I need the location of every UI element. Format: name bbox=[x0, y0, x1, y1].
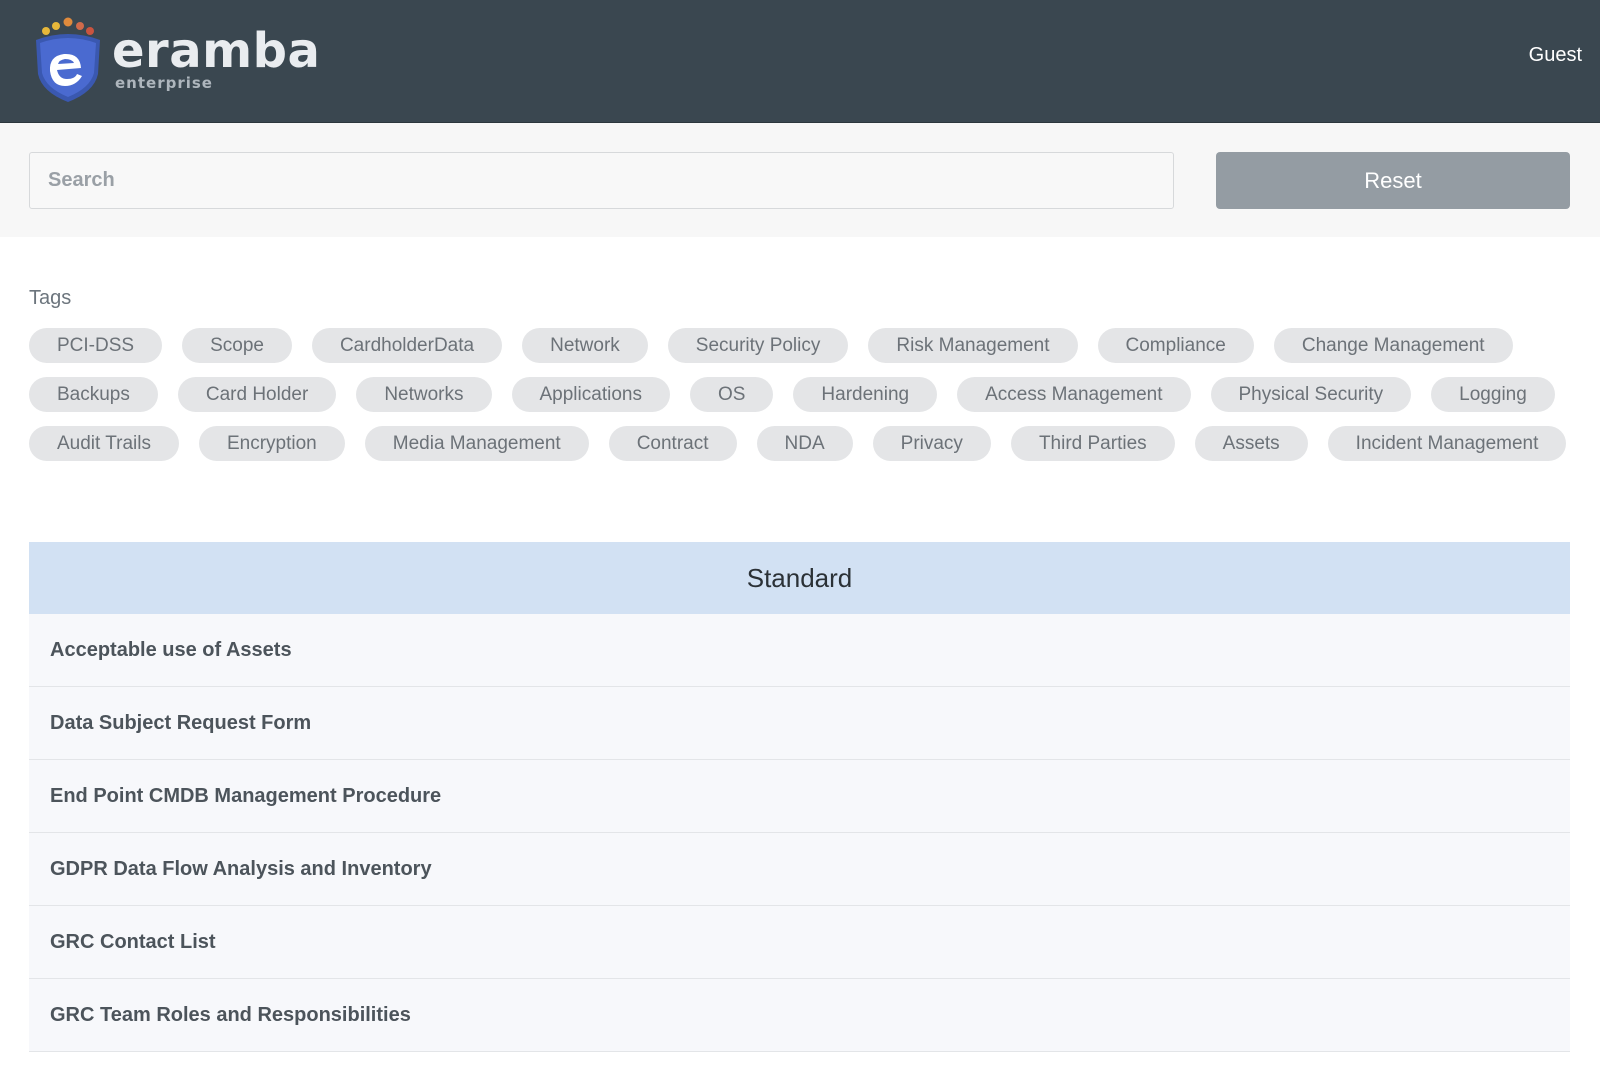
tags-section: Tags PCI-DSS Scope CardholderData Networ… bbox=[0, 237, 1600, 475]
tag-pill[interactable]: Incident Management bbox=[1327, 426, 1567, 461]
tag-pill[interactable]: PCI-DSS bbox=[29, 328, 163, 363]
top-navbar: eramba enterprise Guest bbox=[0, 0, 1600, 123]
tag-pill[interactable]: Compliance bbox=[1097, 328, 1254, 363]
tags-list: PCI-DSS Scope CardholderData Network Sec… bbox=[29, 328, 1589, 475]
tag-pill[interactable]: Hardening bbox=[793, 377, 938, 412]
tag-pill[interactable]: NDA bbox=[756, 426, 853, 461]
panel-title: Standard bbox=[29, 542, 1570, 614]
tag-pill[interactable]: Privacy bbox=[872, 426, 991, 461]
search-input[interactable] bbox=[29, 152, 1174, 209]
tag-pill[interactable]: Assets bbox=[1194, 426, 1308, 461]
reset-button[interactable]: Reset bbox=[1216, 152, 1570, 209]
tag-pill[interactable]: Applications bbox=[511, 377, 670, 412]
document-row[interactable]: GRC Contact List bbox=[29, 906, 1570, 979]
tag-pill[interactable]: Backups bbox=[29, 377, 158, 412]
tag-pill[interactable]: Encryption bbox=[198, 426, 345, 461]
user-menu[interactable]: Guest bbox=[1529, 44, 1582, 67]
document-row[interactable]: Data Subject Request Form bbox=[29, 687, 1570, 760]
document-row[interactable]: End Point CMDB Management Procedure bbox=[29, 760, 1570, 833]
document-row[interactable]: GDPR Data Flow Analysis and Inventory bbox=[29, 833, 1570, 906]
document-row[interactable]: GRC Team Roles and Responsibilities bbox=[29, 979, 1570, 1052]
tag-pill[interactable]: Media Management bbox=[364, 426, 589, 461]
tag-pill[interactable]: Third Parties bbox=[1010, 426, 1175, 461]
tags-heading: Tags bbox=[29, 287, 72, 309]
search-bar: Reset bbox=[0, 123, 1600, 237]
brand-edition: enterprise bbox=[115, 74, 213, 92]
tag-pill[interactable]: Change Management bbox=[1273, 328, 1513, 363]
tag-pill[interactable]: Card Holder bbox=[177, 377, 337, 412]
tag-pill[interactable]: Network bbox=[522, 328, 648, 363]
document-row[interactable]: Acceptable use of Assets bbox=[29, 614, 1570, 687]
tag-pill[interactable]: Access Management bbox=[957, 377, 1191, 412]
tag-pill[interactable]: Networks bbox=[356, 377, 492, 412]
eramba-logo[interactable]: eramba enterprise bbox=[32, 16, 320, 104]
standard-documents-panel: Standard Acceptable use of Assets Data S… bbox=[29, 542, 1570, 1052]
tag-pill[interactable]: Security Policy bbox=[667, 328, 849, 363]
tag-pill[interactable]: Physical Security bbox=[1210, 377, 1412, 412]
tag-pill[interactable]: Logging bbox=[1431, 377, 1555, 412]
tag-pill[interactable]: Risk Management bbox=[868, 328, 1078, 363]
brand-name: eramba bbox=[112, 23, 321, 79]
tag-pill[interactable]: Scope bbox=[182, 328, 292, 363]
tag-pill[interactable]: Contract bbox=[608, 426, 737, 461]
tag-pill[interactable]: Audit Trails bbox=[29, 426, 179, 461]
eramba-shield-logo-icon bbox=[36, 17, 100, 102]
tag-pill[interactable]: OS bbox=[689, 377, 774, 412]
tag-pill[interactable]: CardholderData bbox=[311, 328, 503, 363]
